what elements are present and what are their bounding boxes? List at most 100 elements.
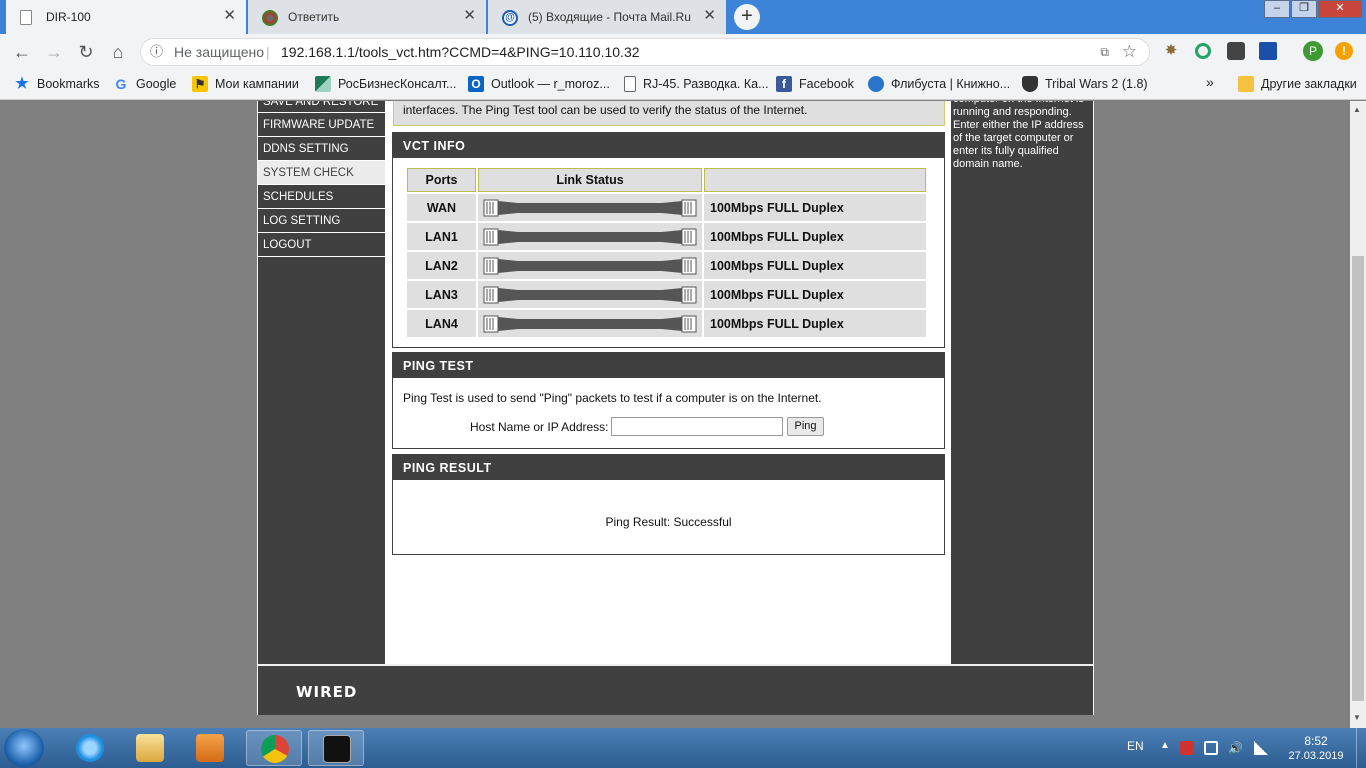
- signal-icon[interactable]: [1254, 741, 1268, 755]
- tab-dir-100[interactable]: DIR-100 ✕: [6, 0, 246, 34]
- bookmark-item[interactable]: RJ-45. Разводка. Ка...: [624, 76, 769, 92]
- reload-icon[interactable]: ↻: [75, 41, 97, 63]
- scroll-down-icon[interactable]: ▼: [1353, 713, 1361, 722]
- bookmarks-overflow-button[interactable]: »: [1206, 74, 1214, 90]
- facebook-icon: f: [776, 76, 792, 92]
- volume-icon[interactable]: 🔊: [1228, 741, 1243, 755]
- other-bookmarks[interactable]: Другие закладки: [1238, 76, 1357, 92]
- device-icon[interactable]: [1204, 741, 1218, 755]
- nav-schedules[interactable]: SCHEDULES: [258, 185, 385, 209]
- column-header: Link Status: [478, 168, 702, 192]
- bookmark-label: RJ-45. Разводка. Ка...: [643, 77, 769, 91]
- bookmark-item[interactable]: ★ Bookmarks: [14, 76, 100, 92]
- bookmark-star-icon[interactable]: ☆: [1122, 39, 1137, 65]
- cable-icon: [478, 223, 702, 250]
- update-warning-icon[interactable]: !: [1335, 42, 1353, 60]
- taskbar-cmd[interactable]: [308, 730, 364, 766]
- tab-mail[interactable]: @ (5) Входящие - Почта Mail.Ru ✕: [488, 0, 726, 34]
- nav-firmware-update[interactable]: FIRMWARE UPDATE: [258, 113, 385, 137]
- cable-icon: [478, 281, 702, 308]
- new-tab-button[interactable]: +: [734, 4, 760, 30]
- translate-icon[interactable]: ⧉: [1100, 39, 1109, 65]
- port-cell: LAN1: [407, 223, 476, 250]
- clock-date[interactable]: 27.03.2019: [1278, 750, 1354, 762]
- extension-grid-icon[interactable]: [1227, 42, 1245, 60]
- ping-button[interactable]: Ping: [787, 417, 824, 436]
- address-bar[interactable]: ⓘ Не защищено | 192.168.1.1/tools_vct.ht…: [140, 38, 1150, 66]
- nav-ddns-setting[interactable]: DDNS SETTING: [258, 137, 385, 161]
- bookmark-item[interactable]: РосБизнесКонсалт...: [315, 76, 456, 92]
- info-icon[interactable]: ⓘ: [150, 39, 163, 65]
- show-desktop-button[interactable]: [1356, 728, 1366, 768]
- cable-icon: [478, 194, 702, 221]
- scroll-up-icon[interactable]: ▲: [1353, 105, 1361, 114]
- host-input[interactable]: [611, 417, 783, 436]
- start-button[interactable]: [4, 729, 44, 767]
- network-alert-icon[interactable]: [1180, 741, 1194, 755]
- bookmark-label: Google: [136, 77, 177, 91]
- nav-save-and-restore[interactable]: SAVE AND RESTORE: [258, 101, 385, 113]
- bookmark-label: Bookmarks: [37, 77, 100, 91]
- router-content: interfaces. The Ping Test tool can be us…: [385, 101, 951, 664]
- bookmark-item[interactable]: Флибуста | Книжно...: [868, 76, 1010, 92]
- cable-icon: [478, 310, 702, 337]
- home-icon[interactable]: ⌂: [107, 41, 129, 63]
- separator: |: [266, 44, 270, 60]
- bookmark-item[interactable]: ⚑ Мои кампании: [192, 76, 299, 92]
- close-icon[interactable]: ✕: [703, 8, 716, 24]
- taskbar-explorer[interactable]: [122, 730, 178, 766]
- page-viewport: SAVE AND RESTORE FIRMWARE UPDATE DDNS SE…: [0, 101, 1350, 728]
- nav-system-check[interactable]: SYSTEM CHECK: [258, 161, 385, 185]
- bookmark-item[interactable]: G Google: [113, 76, 177, 92]
- tab-title: DIR-100: [46, 10, 91, 24]
- port-cell: LAN2: [407, 252, 476, 279]
- nav-logout[interactable]: LOGOUT: [258, 233, 385, 257]
- taskbar-chrome[interactable]: [246, 730, 302, 766]
- taskbar-ie[interactable]: [62, 730, 118, 766]
- ping-test-section: PING TEST Ping Test is used to send "Pin…: [392, 352, 945, 449]
- ping-result-section: PING RESULT Ping Result: Successful: [392, 454, 945, 555]
- help-column: computer on the Internet is running and …: [951, 101, 1093, 664]
- scrollbar-thumb[interactable]: [1352, 256, 1364, 701]
- back-arrow-icon[interactable]: ←: [11, 41, 33, 63]
- restore-button[interactable]: ❐: [1291, 0, 1317, 18]
- extension-bookmark-icon[interactable]: [1259, 42, 1277, 60]
- extension-gear-icon[interactable]: ✸: [1162, 42, 1180, 60]
- minimize-button[interactable]: –: [1264, 0, 1290, 18]
- tab-reply[interactable]: Ответить ✕: [248, 0, 486, 34]
- port-cell: LAN3: [407, 281, 476, 308]
- tray-overflow-icon[interactable]: ▲: [1160, 740, 1170, 751]
- taskbar-media[interactable]: [182, 730, 238, 766]
- page-scrollbar[interactable]: ▲ ▼: [1350, 101, 1366, 728]
- flibusta-icon: [868, 76, 884, 92]
- table-row: WAN 100Mbps FULL Duplex: [407, 194, 926, 221]
- nav-log-setting[interactable]: LOG SETTING: [258, 209, 385, 233]
- table-row: LAN2 100Mbps FULL Duplex: [407, 252, 926, 279]
- page-icon: [20, 10, 32, 25]
- window-close-button[interactable]: ✕: [1318, 0, 1362, 18]
- section-header: VCT INFO: [393, 133, 944, 158]
- forward-arrow-icon[interactable]: →: [43, 41, 65, 63]
- close-icon[interactable]: ✕: [463, 8, 476, 24]
- shield-icon: [1022, 76, 1038, 92]
- status-cell: 100Mbps FULL Duplex: [704, 281, 926, 308]
- table-row: LAN3 100Mbps FULL Duplex: [407, 281, 926, 308]
- extension-circle-icon[interactable]: [1195, 43, 1211, 59]
- campaign-icon: ⚑: [192, 76, 208, 92]
- language-indicator[interactable]: EN: [1127, 739, 1144, 753]
- bookmark-item[interactable]: f Facebook: [776, 76, 854, 92]
- bookmark-item[interactable]: O Outlook — r_moroz...: [468, 76, 610, 92]
- profile-avatar[interactable]: P: [1303, 41, 1323, 61]
- ping-description: Ping Test is used to send "Ping" packets…: [403, 391, 822, 405]
- host-label: Host Name or IP Address:: [470, 420, 609, 434]
- url-text[interactable]: 192.168.1.1/tools_vct.htm?CCMD=4&PING=10…: [281, 39, 640, 65]
- close-icon[interactable]: ✕: [223, 8, 236, 24]
- bookmark-item[interactable]: Tribal Wars 2 (1.8): [1022, 76, 1148, 92]
- opera-icon: [262, 10, 278, 26]
- security-label: Не защищено: [174, 44, 264, 60]
- column-header: Ports: [407, 168, 476, 192]
- chrome-icon: [261, 735, 289, 763]
- clock-time[interactable]: 8:52: [1286, 734, 1346, 748]
- page-icon: [624, 76, 636, 92]
- section-header: PING TEST: [393, 353, 944, 378]
